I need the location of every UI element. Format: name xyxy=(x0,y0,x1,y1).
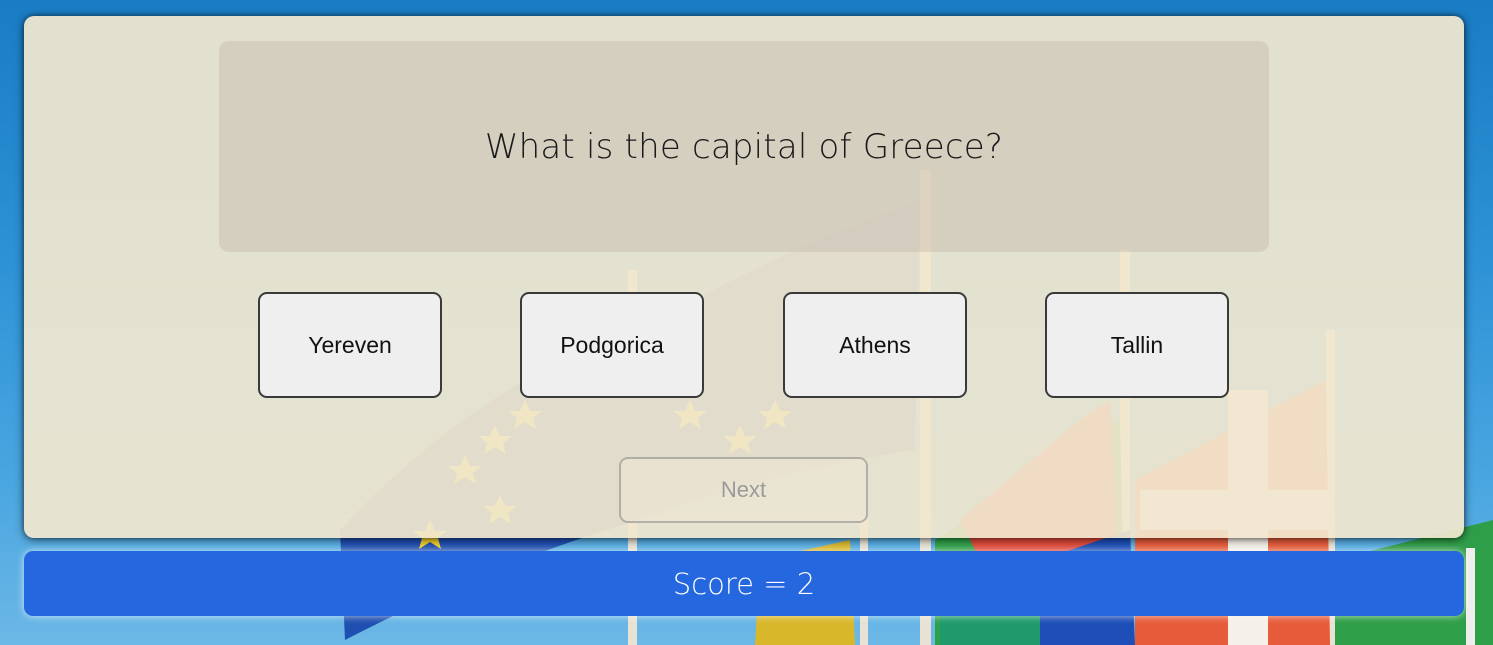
answer-button-4[interactable]: Tallin xyxy=(1045,292,1229,398)
question-panel: What is the capital of Greece? xyxy=(219,41,1269,252)
answer-button-1[interactable]: Yereven xyxy=(258,292,442,398)
score-text: Score = 2 xyxy=(672,566,816,601)
answer-button-2[interactable]: Podgorica xyxy=(520,292,704,398)
answer-button-3[interactable]: Athens xyxy=(783,292,967,398)
next-button[interactable]: Next xyxy=(619,457,868,523)
question-text: What is the capital of Greece? xyxy=(484,126,1004,167)
score-bar: Score = 2 xyxy=(24,551,1464,616)
quiz-card: What is the capital of Greece? Yereven P… xyxy=(24,16,1464,538)
